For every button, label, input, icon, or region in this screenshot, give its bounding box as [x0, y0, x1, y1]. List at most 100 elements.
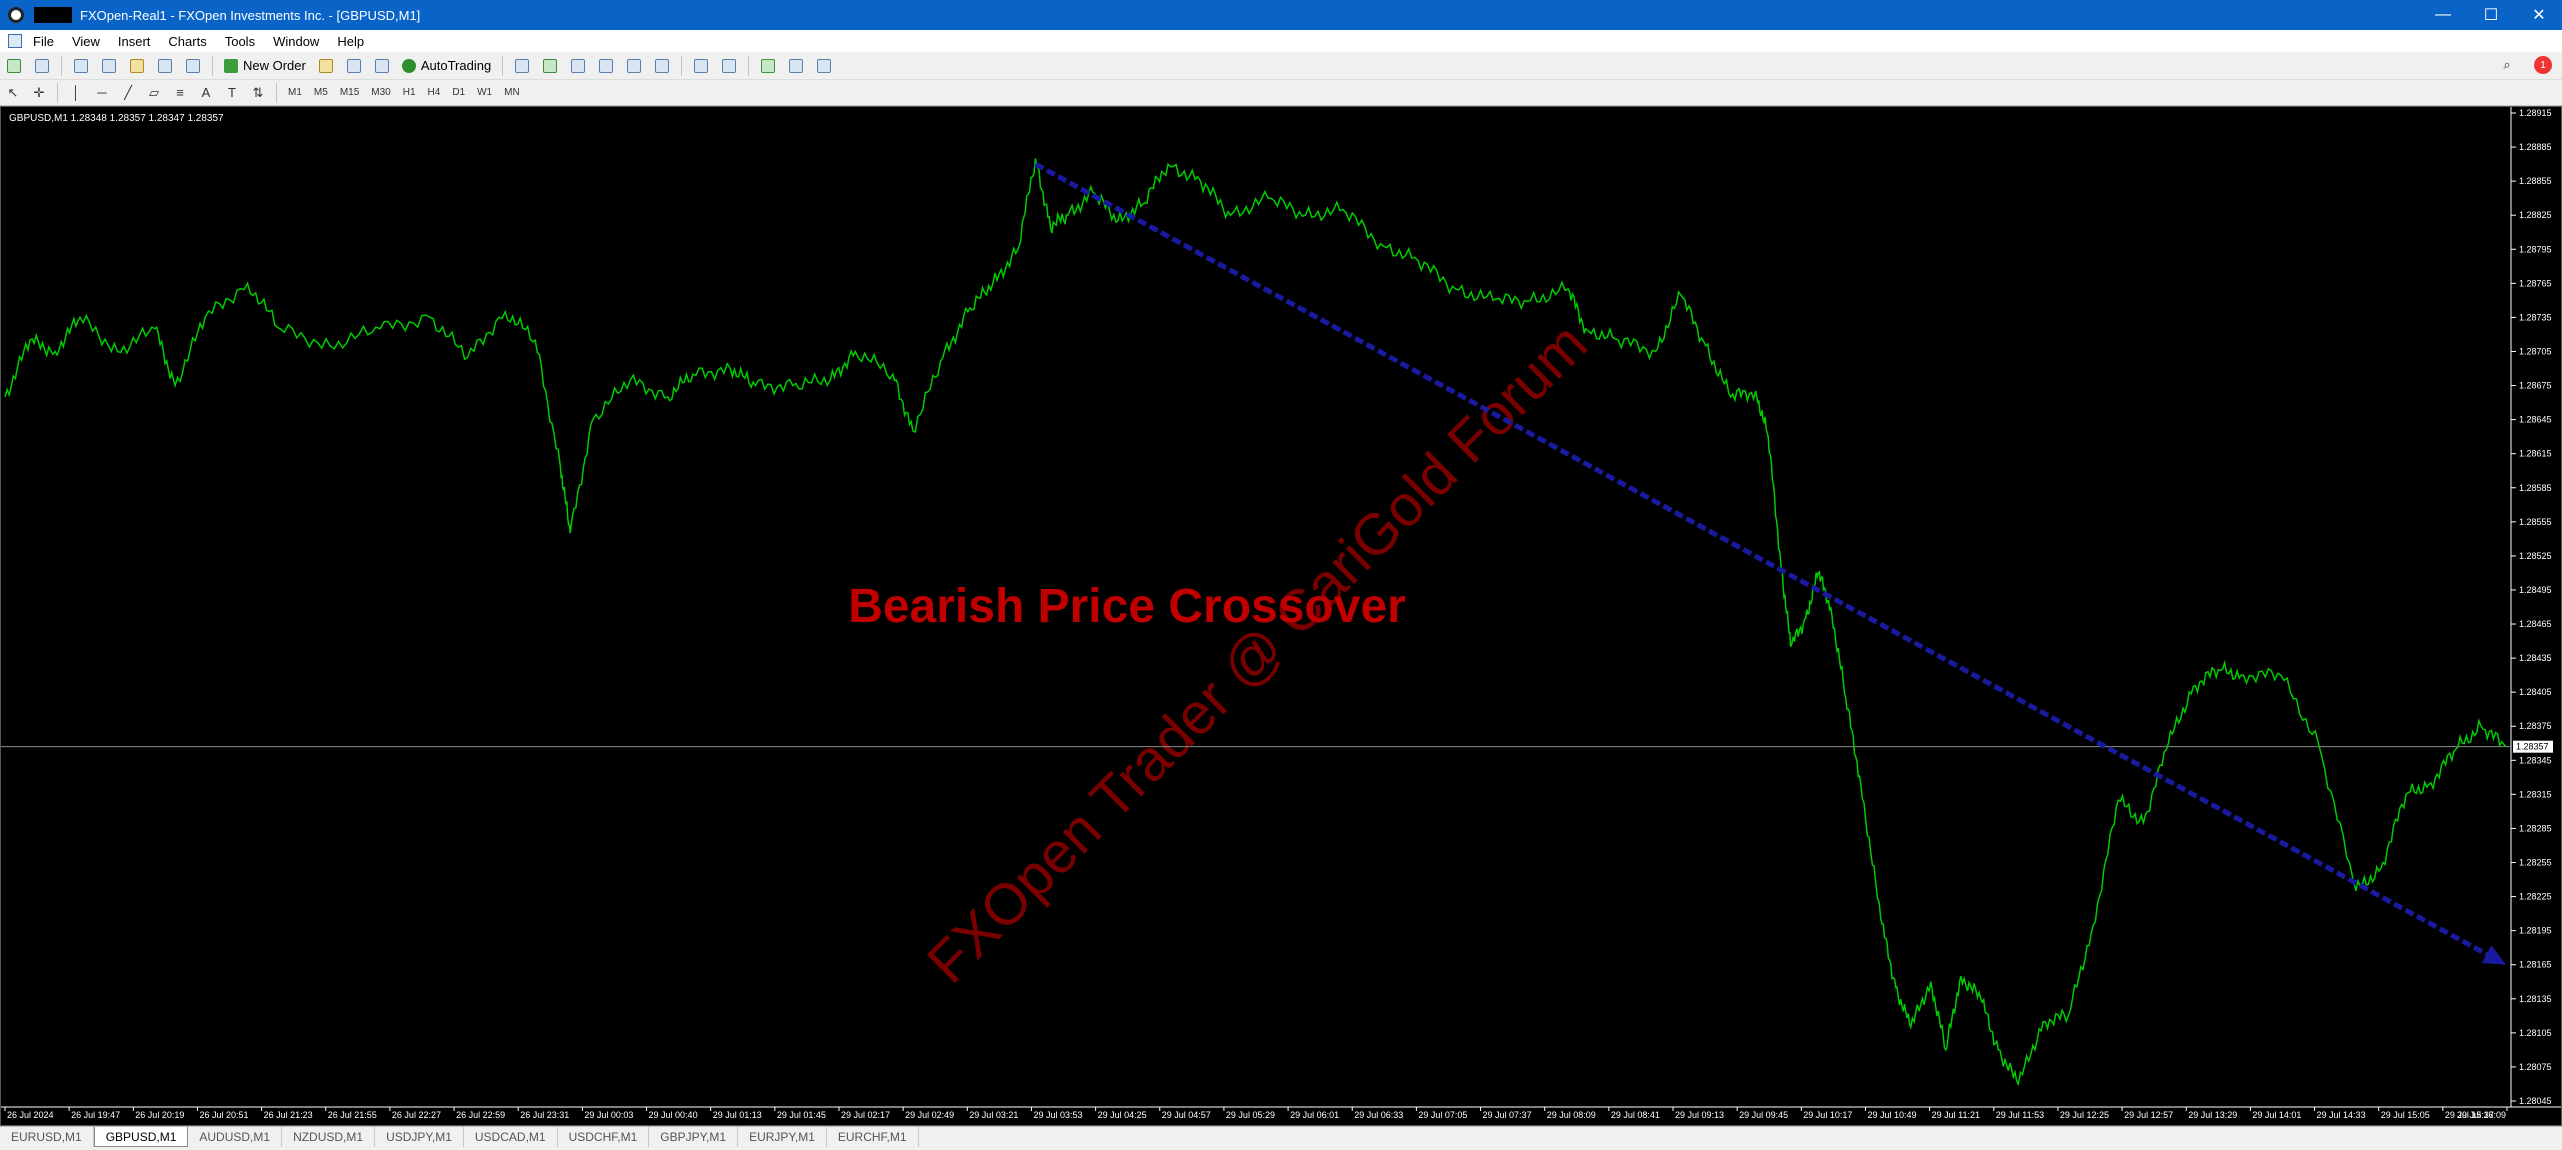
- profiles-icon[interactable]: [31, 56, 53, 76]
- vps-icon[interactable]: [371, 56, 393, 76]
- metaeditor-icon[interactable]: [315, 56, 337, 76]
- tab-eurjpy[interactable]: EURJPY,M1: [738, 1127, 827, 1147]
- tab-audusd[interactable]: AUDUSD,M1: [188, 1127, 283, 1147]
- window-title: FXOpen-Real1 - FXOpen Investments Inc. -…: [80, 7, 421, 23]
- price-axis-label: 1.28315: [2519, 789, 2552, 799]
- zoom-out-icon[interactable]: [623, 56, 645, 76]
- price-axis-label: 1.28225: [2519, 892, 2552, 902]
- periods-icon[interactable]: [785, 56, 807, 76]
- tile-windows-icon[interactable]: [651, 56, 673, 76]
- search-icon[interactable]: ⌕: [2497, 56, 2517, 74]
- terminal-icon[interactable]: [154, 56, 176, 76]
- price-axis-label: 1.28255: [2519, 858, 2552, 868]
- toolbar-right-area: ⌕ 1: [2494, 56, 2552, 74]
- timeframe-w1[interactable]: W1: [471, 87, 498, 98]
- menu-file[interactable]: File: [24, 34, 63, 49]
- time-axis-label: 26 Jul 21:55: [328, 1110, 377, 1120]
- timeframe-mn[interactable]: MN: [498, 87, 526, 98]
- timeframe-h4[interactable]: H4: [422, 87, 447, 98]
- price-axis-label: 1.28465: [2519, 619, 2552, 629]
- price-axis-label: 1.28195: [2519, 926, 2552, 936]
- price-axis-label: 1.28135: [2519, 994, 2552, 1004]
- menu-insert[interactable]: Insert: [109, 34, 160, 49]
- price-axis-label: 1.28825: [2519, 210, 2552, 220]
- price-axis-label: 1.28345: [2519, 755, 2552, 765]
- templates-icon[interactable]: [813, 56, 835, 76]
- time-axis-label: 29 Jul 10:49: [1867, 1110, 1916, 1120]
- new-order-button[interactable]: New Order: [218, 55, 312, 77]
- price-axis-label: 1.28105: [2519, 1028, 2552, 1038]
- tab-gbpjpy[interactable]: GBPJPY,M1: [649, 1127, 739, 1147]
- autotrading-label: AutoTrading: [420, 58, 492, 73]
- indicators-icon[interactable]: [757, 56, 779, 76]
- current-price-label: 1.28357: [2516, 742, 2549, 752]
- price-axis-label: 1.28615: [2519, 449, 2552, 459]
- price-axis-label: 1.28555: [2519, 517, 2552, 527]
- timeframe-m15[interactable]: M15: [334, 87, 365, 98]
- price-axis-label: 1.28645: [2519, 415, 2552, 425]
- price-axis-label: 1.28585: [2519, 483, 2552, 493]
- strategy-tester-icon[interactable]: [182, 56, 204, 76]
- price-chart[interactable]: GBPUSD,M1 1.28348 1.28357 1.28347 1.2835…: [1, 107, 2561, 1125]
- vertical-line-icon[interactable]: │: [66, 84, 86, 102]
- chart-window[interactable]: GBPUSD,M1 1.28348 1.28357 1.28347 1.2835…: [0, 106, 2562, 1126]
- menu-view[interactable]: View: [63, 34, 109, 49]
- autotrading-button[interactable]: AutoTrading: [396, 55, 497, 77]
- market-watch-icon[interactable]: [70, 56, 92, 76]
- tab-gbpusd[interactable]: GBPUSD,M1: [93, 1127, 189, 1147]
- zoom-in-icon[interactable]: [595, 56, 617, 76]
- auto-scroll-icon[interactable]: [690, 56, 712, 76]
- time-axis-label: 29 Jul 12:57: [2124, 1110, 2173, 1120]
- timeframe-d1[interactable]: D1: [446, 87, 471, 98]
- price-axis-label: 1.28165: [2519, 960, 2552, 970]
- fibonacci-icon[interactable]: ≡: [170, 84, 190, 102]
- standard-toolbar: New Order AutoTrading ⌕ 1: [0, 52, 2562, 80]
- tab-nzdusd[interactable]: NZDUSD,M1: [282, 1127, 376, 1147]
- toolbar-separator: [61, 55, 62, 76]
- time-axis-label: 29 Jul 09:13: [1675, 1110, 1724, 1120]
- close-button[interactable]: ✕: [2516, 0, 2562, 30]
- menu-tools[interactable]: Tools: [216, 34, 264, 49]
- time-axis-label: 29 Jul 04:25: [1098, 1110, 1147, 1120]
- tab-usdchf[interactable]: USDCHF,M1: [558, 1127, 650, 1147]
- menu-bar: File View Insert Charts Tools Window Hel…: [0, 30, 2562, 52]
- tab-eurchf[interactable]: EURCHF,M1: [827, 1127, 919, 1147]
- timeframe-m5[interactable]: M5: [308, 87, 334, 98]
- navigator-icon[interactable]: [126, 56, 148, 76]
- equidistant-channel-icon[interactable]: ▱: [144, 84, 164, 102]
- maximize-button[interactable]: ☐: [2468, 0, 2514, 30]
- new-chart-icon[interactable]: [3, 56, 25, 76]
- crosshair-icon[interactable]: ✛: [29, 84, 49, 102]
- trendline-icon[interactable]: ╱: [118, 84, 138, 102]
- bar-chart-icon[interactable]: [511, 56, 533, 76]
- time-axis-label: 26 Jul 21:23: [264, 1110, 313, 1120]
- menu-window[interactable]: Window: [264, 34, 328, 49]
- data-window-icon[interactable]: [98, 56, 120, 76]
- signals-icon[interactable]: [343, 56, 365, 76]
- document-icon[interactable]: [8, 34, 22, 48]
- menu-charts[interactable]: Charts: [159, 34, 215, 49]
- timeframe-h1[interactable]: H1: [397, 87, 422, 98]
- title-bar: FXOpen-Real1 - FXOpen Investments Inc. -…: [0, 0, 2562, 30]
- time-axis-label: 26 Jul 22:27: [392, 1110, 441, 1120]
- horizontal-line-icon[interactable]: ─: [92, 84, 112, 102]
- text-label-icon[interactable]: T: [222, 84, 242, 102]
- candlestick-icon[interactable]: [539, 56, 561, 76]
- tab-usdjpy[interactable]: USDJPY,M1: [375, 1127, 464, 1147]
- timeframe-m1[interactable]: M1: [282, 87, 308, 98]
- text-icon[interactable]: A: [196, 84, 216, 102]
- line-chart-icon[interactable]: [567, 56, 589, 76]
- chart-shift-icon[interactable]: [718, 56, 740, 76]
- arrows-icon[interactable]: ⇅: [248, 84, 268, 102]
- account-number-redacted: [34, 7, 72, 23]
- time-axis-label: 29 Jul 14:33: [2317, 1110, 2366, 1120]
- price-axis-label: 1.28285: [2519, 823, 2552, 833]
- cursor-icon[interactable]: ↖: [3, 84, 23, 102]
- time-axis-label: 29 Jul 06:33: [1354, 1110, 1403, 1120]
- minimize-button[interactable]: —: [2420, 0, 2466, 30]
- timeframe-m30[interactable]: M30: [365, 87, 396, 98]
- menu-help[interactable]: Help: [328, 34, 373, 49]
- tab-usdcad[interactable]: USDCAD,M1: [464, 1127, 558, 1147]
- tab-eurusd[interactable]: EURUSD,M1: [0, 1127, 94, 1147]
- notifications-badge[interactable]: 1: [2534, 56, 2552, 74]
